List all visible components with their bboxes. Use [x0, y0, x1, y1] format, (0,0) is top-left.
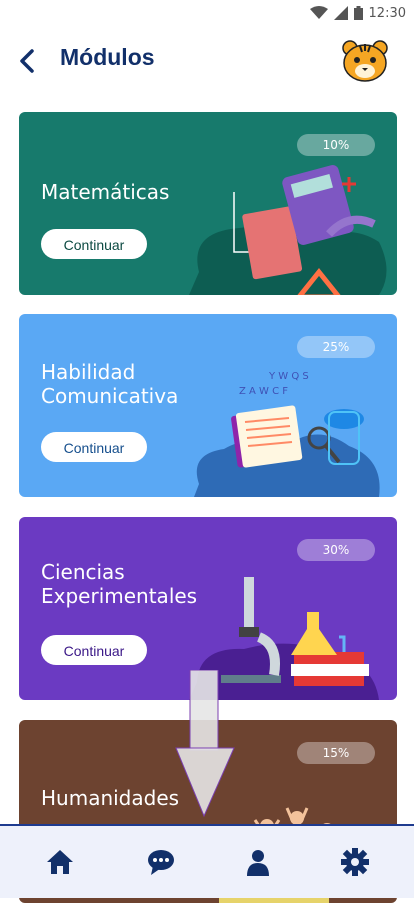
- continue-button[interactable]: Continuar: [41, 229, 147, 259]
- wifi-icon: [309, 6, 328, 19]
- status-bar: 12:30: [0, 0, 414, 26]
- module-title: Matemáticas: [41, 180, 170, 204]
- progress-badge: 15%: [297, 742, 375, 764]
- continue-button[interactable]: Continuar: [41, 432, 147, 462]
- progress-badge: 30%: [297, 539, 375, 561]
- module-title: Ciencias Experimentales: [41, 560, 198, 608]
- chat-icon[interactable]: [147, 848, 175, 876]
- back-button[interactable]: [16, 48, 38, 74]
- scroll-down-arrow-icon: [175, 670, 235, 818]
- progress-badge: 25%: [297, 336, 375, 358]
- settings-icon[interactable]: [341, 848, 369, 876]
- battery-icon: [353, 6, 363, 20]
- bottom-navigation: [0, 824, 414, 898]
- module-card-habilidad-comunicativa[interactable]: Z A W C F Y W Q S 25% Habilidad Comunica…: [19, 314, 397, 497]
- module-title: Humanidades: [41, 786, 180, 810]
- math-illustration: [189, 165, 387, 295]
- status-time: 12:30: [368, 5, 406, 21]
- module-title: Habilidad Comunicativa: [41, 360, 179, 408]
- module-card-matematicas[interactable]: 10% Matemáticas Continuar: [19, 112, 397, 295]
- svg-text:Z A W C F: Z A W C F: [239, 386, 288, 397]
- communication-illustration: Z A W C F Y W Q S: [194, 371, 380, 497]
- signal-icon: [333, 6, 348, 20]
- home-icon[interactable]: [46, 848, 74, 876]
- app-header: Módulos: [0, 36, 414, 86]
- tiger-avatar-icon[interactable]: [340, 38, 390, 84]
- profile-icon[interactable]: [244, 848, 272, 876]
- continue-button[interactable]: Continuar: [41, 635, 147, 665]
- svg-text:Y W Q S: Y W Q S: [268, 371, 309, 382]
- progress-badge: 10%: [297, 134, 375, 156]
- page-title: Módulos: [60, 44, 155, 70]
